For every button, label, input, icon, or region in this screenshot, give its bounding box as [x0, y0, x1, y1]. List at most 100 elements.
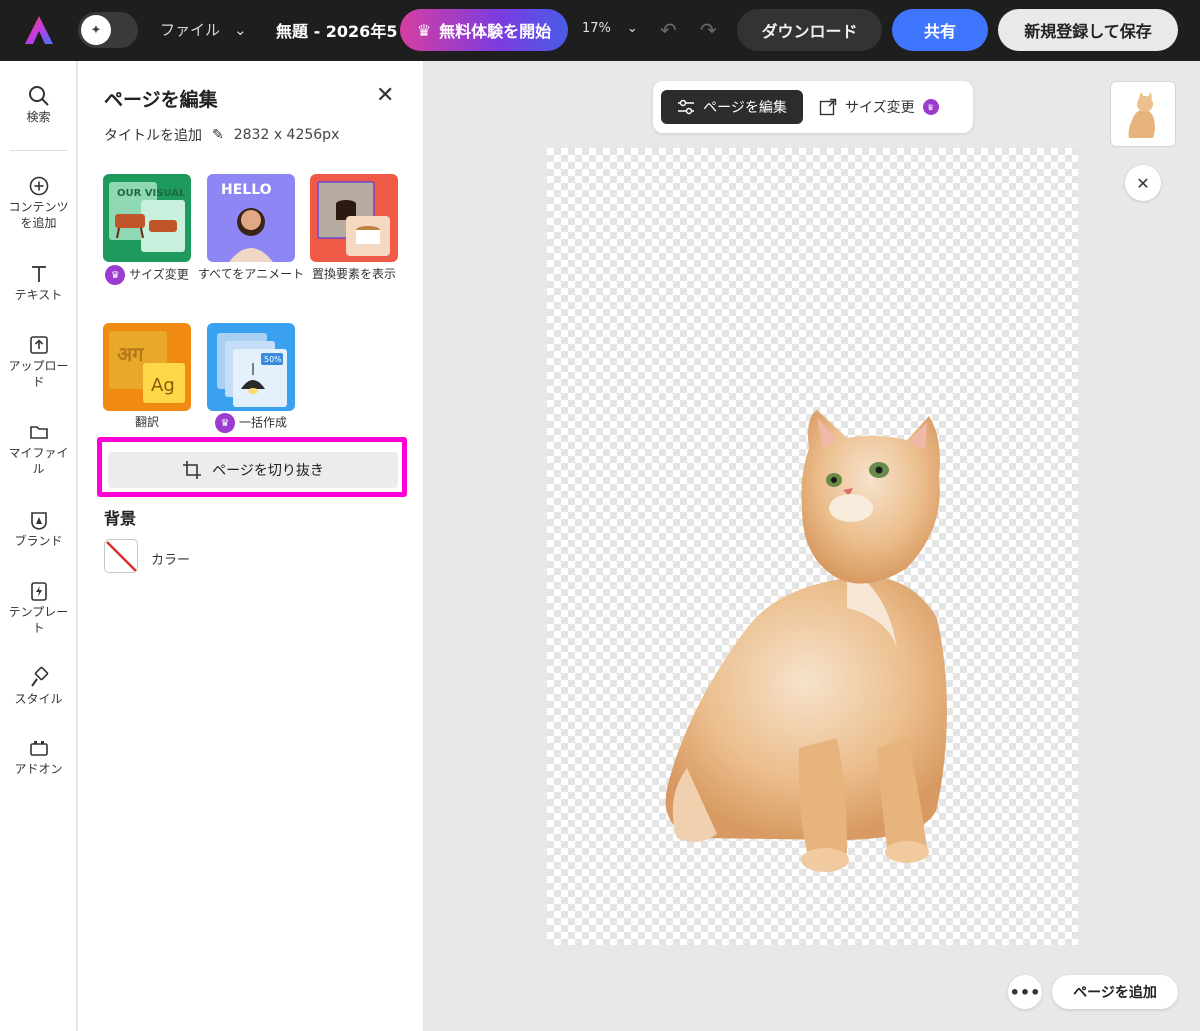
chevron-down-icon: ⌄	[234, 20, 247, 39]
rail-item-label: テンプレート	[8, 605, 69, 635]
download-button[interactable]: ダウンロード	[737, 9, 882, 51]
close-icon[interactable]: ✕	[1125, 165, 1161, 201]
rail-item-upload[interactable]: アップロード	[0, 332, 77, 390]
text-icon	[31, 266, 46, 282]
resize-thumb-text: OUR VISUAL	[117, 188, 186, 199]
rail-item-label: 検索	[26, 110, 51, 124]
add-title-link[interactable]: タイトルを追加	[104, 125, 202, 145]
rail-item-my-files[interactable]: マイファイル	[0, 419, 77, 477]
rail-item-templates[interactable]: テンプレート	[0, 578, 77, 636]
template-icon	[30, 582, 47, 601]
start-trial-button[interactable]: ♛ 無料体験を開始	[400, 9, 568, 51]
background-section-title: 背景	[104, 509, 137, 528]
background-color-label: カラー	[151, 553, 191, 568]
animate-all-tile-label: すべてをアニメート	[197, 267, 305, 281]
translate-tile[interactable]: अग Ag	[103, 323, 191, 411]
zoom-selector[interactable]: 17% ⌄	[582, 21, 638, 36]
rail-item-label: アップロード	[8, 359, 69, 389]
show-replacements-tile[interactable]	[310, 174, 398, 262]
left-rail: 検索 コンテンツを追加 テキスト アップロード マイファイル ブランド テンプレ…	[0, 61, 77, 1031]
translate-thumbnail: अग Ag	[109, 331, 185, 403]
bulk-create-tile[interactable]: 50%	[207, 323, 295, 411]
page-thumbnail[interactable]	[1110, 81, 1176, 147]
brand-icon	[30, 512, 47, 530]
rail-item-brand[interactable]: ブランド	[0, 507, 77, 549]
bulk-create-tile-label: ♛ 一括作成	[196, 413, 306, 433]
addon-icon	[29, 741, 48, 756]
close-icon[interactable]: ✕	[376, 83, 394, 108]
rail-item-addons[interactable]: アドオン	[0, 735, 77, 777]
file-menu-label: ファイル	[160, 21, 221, 39]
replacements-thumbnail	[317, 181, 390, 256]
share-button[interactable]: 共有	[892, 9, 988, 51]
crown-icon: ♛	[922, 99, 939, 115]
design-canvas[interactable]	[547, 148, 1078, 945]
panel-title: ページを編集	[104, 89, 218, 111]
show-replacements-tile-label: 置換要素を表示	[311, 267, 396, 281]
translate-thumb-text-2: Ag	[151, 375, 175, 396]
rail-item-label: スタイル	[14, 692, 63, 706]
canvas-area: ページを編集 サイズ変更 ♛ ✕ ••• ページを追加	[424, 61, 1200, 1031]
crown-icon: ♛	[416, 20, 432, 40]
more-options-button[interactable]: •••	[1008, 975, 1042, 1009]
rail-item-label: テキスト	[14, 288, 63, 302]
rail-item-add-content[interactable]: コンテンツを追加	[0, 173, 77, 231]
translate-thumb-text-1: अग	[117, 342, 144, 366]
crop-page-label: ページを切り抜き	[212, 463, 324, 479]
sliders-icon	[678, 99, 695, 115]
pencil-icon[interactable]: ✎	[212, 127, 224, 143]
chevron-down-icon: ⌄	[626, 21, 638, 36]
bulk-thumb-text: 50%	[264, 355, 282, 364]
cat-thumbnail	[1128, 92, 1155, 138]
app-logo-icon[interactable]	[22, 13, 56, 47]
crown-icon: ♛	[214, 413, 235, 433]
document-title[interactable]: 無題 - 2026年5	[276, 18, 406, 42]
search-icon	[28, 86, 49, 106]
add-circle-icon	[29, 176, 48, 196]
page-toolbar: ページを編集 サイズ変更 ♛	[653, 81, 973, 133]
crop-icon	[183, 461, 202, 479]
animate-thumbnail: HELLO	[221, 182, 273, 262]
crown-icon: ♛	[105, 265, 126, 285]
file-menu[interactable]: ファイル ⌄	[160, 19, 247, 40]
rail-item-label: コンテンツを追加	[8, 200, 69, 230]
animate-thumb-text: HELLO	[221, 182, 272, 198]
cat-image[interactable]	[547, 148, 1078, 945]
translate-tile-label: 翻訳	[134, 415, 159, 429]
edit-page-label: ページを編集	[703, 100, 787, 116]
rail-item-label: マイファイル	[8, 446, 69, 476]
undo-icon[interactable]: ↶	[660, 18, 677, 42]
signup-save-button[interactable]: 新規登録して保存	[998, 9, 1178, 51]
sparkle-icon: ✦	[81, 15, 111, 45]
tile-label-text: サイズ変更	[129, 267, 189, 282]
rail-item-search[interactable]: 検索	[0, 83, 77, 125]
resize-button[interactable]: サイズ変更 ♛	[819, 90, 943, 124]
no-color-icon	[106, 541, 137, 572]
crop-page-button[interactable]: ページを切り抜き	[108, 452, 398, 488]
resize-label: サイズ変更	[845, 100, 915, 116]
title-row: タイトルを追加 ✎ 2832 x 4256px	[104, 125, 339, 145]
rail-item-text[interactable]: テキスト	[0, 261, 77, 303]
edit-page-button[interactable]: ページを編集	[661, 90, 803, 124]
edit-page-panel: ページを編集 ✕ タイトルを追加 ✎ 2832 x 4256px OUR VIS…	[78, 61, 423, 1031]
rail-item-label: ブランド	[14, 534, 63, 548]
folder-icon	[29, 426, 48, 439]
upload-icon	[29, 336, 48, 354]
background-color-swatch[interactable]	[104, 539, 138, 573]
magic-toggle[interactable]: ✦	[78, 12, 138, 48]
style-icon	[30, 666, 48, 687]
top-bar: ✦ ファイル ⌄ 無題 - 2026年5 ♛ 無料体験を開始 17% ⌄ ↶ ↷…	[0, 0, 1200, 61]
animate-all-tile[interactable]: HELLO	[207, 174, 295, 262]
resize-tile-label: ♛ サイズ変更	[92, 265, 202, 285]
resize-tile[interactable]: OUR VISUAL	[103, 174, 191, 262]
redo-icon[interactable]: ↷	[700, 18, 717, 42]
resize-thumbnail: OUR VISUAL	[109, 182, 186, 252]
tile-label-text: 一括作成	[238, 415, 287, 430]
add-page-button[interactable]: ページを追加	[1052, 975, 1178, 1009]
rail-item-label: アドオン	[14, 762, 63, 776]
rail-item-style[interactable]: スタイル	[0, 665, 77, 707]
zoom-level: 17%	[582, 21, 611, 36]
bulk-create-thumbnail: 50%	[217, 333, 287, 407]
resize-icon	[819, 98, 837, 116]
rail-divider	[10, 150, 68, 151]
